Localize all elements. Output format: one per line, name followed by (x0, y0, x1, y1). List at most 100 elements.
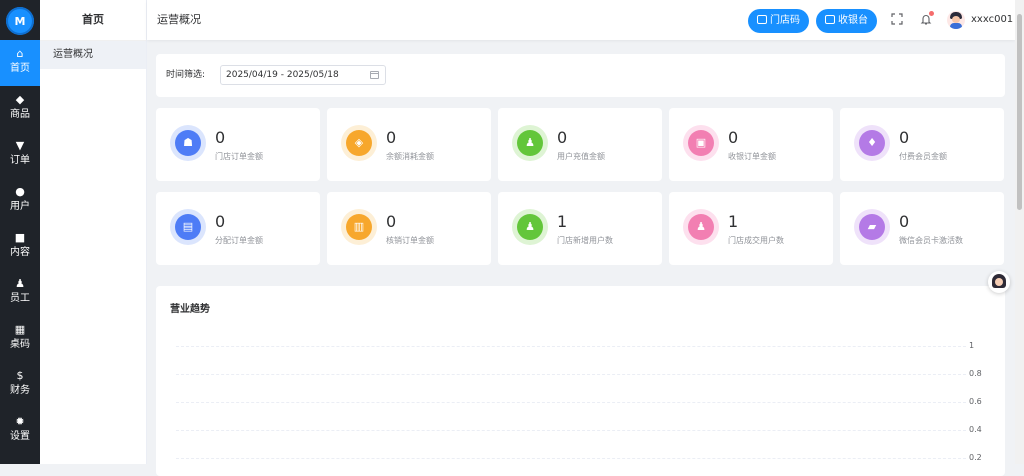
store-code-label: 门店码 (770, 15, 800, 26)
breadcrumb: 运营概况 (157, 13, 201, 26)
nav-item-home[interactable]: ⌂ 首页 (0, 40, 40, 86)
nav-item-table-code[interactable]: ▦ 桌码 (0, 316, 40, 362)
fullscreen-icon[interactable] (890, 13, 904, 27)
stat-card: ◈ 0 余额消耗金额 (327, 108, 491, 181)
stat-card: ♦ 0 付费会员金额 (840, 108, 1004, 181)
users-icon: ● (15, 185, 25, 198)
stat-value: 0 (386, 128, 397, 147)
stat-icon: ☗ (175, 130, 201, 156)
cashier-icon (825, 15, 835, 24)
store-code-button[interactable]: 门店码 (748, 9, 809, 33)
stat-label: 门店新增用户数 (557, 236, 613, 245)
stat-label: 余额消耗金额 (386, 152, 434, 161)
y-tick-label: 0.8 (969, 369, 982, 378)
stat-label: 门店订单金额 (215, 152, 263, 161)
chart-gridline (176, 458, 966, 459)
stat-value: 0 (215, 128, 226, 147)
nav-item-users[interactable]: ● 用户 (0, 178, 40, 224)
y-tick-label: 1 (969, 341, 975, 350)
stat-value: 0 (215, 212, 226, 231)
stat-card: ♟ 1 门店成交用户数 (669, 192, 833, 265)
y-tick-label: 0.6 (969, 397, 982, 406)
nav-item-finance[interactable]: $ 财务 (0, 362, 40, 408)
secondary-menu: 首页 运营概况 (40, 0, 147, 464)
stat-icon: ▰ (859, 214, 885, 240)
stat-icon: ▣ (688, 130, 714, 156)
nav-label: 订单 (10, 155, 30, 166)
chart-gridline (176, 374, 966, 375)
stat-value: 1 (728, 212, 739, 231)
stat-icon: ▥ (346, 214, 372, 240)
user-avatar[interactable] (947, 11, 965, 29)
stat-icon: ♟ (517, 214, 543, 240)
staff-icon: ♟ (15, 277, 25, 290)
y-tick-label: 0.2 (969, 453, 982, 462)
nav-label: 商品 (10, 109, 30, 120)
calendar-icon (370, 71, 379, 79)
table-code-icon: ▦ (14, 323, 26, 336)
date-range-picker[interactable]: 2025/04/19 - 2025/05/18 (220, 65, 386, 85)
y-tick-label: 0.4 (969, 425, 982, 434)
notification-bell-icon[interactable] (919, 11, 934, 27)
chart-gridline (176, 430, 966, 431)
nav-item-orders[interactable]: ▼ 订单 (0, 132, 40, 178)
nav-item-settings[interactable]: ✹ 设置 (0, 408, 40, 454)
date-range-value: 2025/04/19 - 2025/05/18 (226, 70, 339, 80)
nav-item-content[interactable]: ■ 内容 (0, 224, 40, 270)
page-scrollbar[interactable] (1015, 0, 1024, 464)
date-filter-label: 时间筛选: (166, 70, 206, 80)
nav-label: 员工 (10, 293, 30, 304)
stat-label: 门店成交用户数 (728, 236, 784, 245)
cashier-button[interactable]: 收银台 (816, 9, 877, 33)
stat-card: ▰ 0 微信会员卡激活数 (840, 192, 1004, 265)
qrcode-icon (757, 15, 767, 24)
app-logo[interactable]: M (6, 7, 34, 35)
stat-label: 核销订单金额 (386, 236, 434, 245)
notification-dot (929, 11, 934, 16)
chart-gridline (176, 402, 966, 403)
content-icon: ■ (14, 231, 26, 244)
nav-label: 财务 (10, 385, 30, 396)
stat-card: ☗ 0 门店订单金额 (156, 108, 320, 181)
filter-panel: 时间筛选: 2025/04/19 - 2025/05/18 (156, 54, 1005, 97)
trend-title: 营业趋势 (170, 304, 210, 315)
stat-label: 微信会员卡激活数 (899, 236, 963, 245)
nav-label: 用户 (10, 201, 30, 212)
cashier-label: 收银台 (838, 15, 868, 26)
orders-icon: ▼ (15, 139, 25, 152)
submenu-item-overview[interactable]: 运营概况 (40, 41, 146, 69)
support-avatar-icon[interactable] (988, 271, 1010, 293)
stat-icon: ▤ (175, 214, 201, 240)
stat-icon: ◈ (346, 130, 372, 156)
stat-label: 付费会员金额 (899, 152, 947, 161)
stat-icon: ♟ (517, 130, 543, 156)
nav-label: 内容 (10, 247, 30, 258)
stat-icon: ♟ (688, 214, 714, 240)
stat-label: 分配订单金额 (215, 236, 263, 245)
goods-icon: ◆ (15, 93, 25, 106)
stat-label: 收银订单金额 (728, 152, 776, 161)
stat-value: 0 (899, 212, 910, 231)
scrollbar-thumb[interactable] (1017, 14, 1022, 210)
stat-value: 0 (386, 212, 397, 231)
username[interactable]: xxxc001 (971, 0, 1013, 40)
top-header: 运营概况 门店码 收银台 xxxc001 (147, 0, 1015, 40)
main-nav-rail: M ⌂ 首页 ◆ 商品 ▼ 订单 ● 用户 ■ 内容 ♟ 员工 ▦ 桌码 $ 财务 ✹ 设置 (0, 0, 40, 464)
stat-card: ♟ 1 门店新增用户数 (498, 192, 662, 265)
stat-value: 0 (557, 128, 568, 147)
stat-value: 0 (899, 128, 910, 147)
stat-card: ▣ 0 收银订单金额 (669, 108, 833, 181)
submenu-title: 首页 (40, 0, 146, 41)
home-icon: ⌂ (16, 47, 24, 60)
stat-value: 1 (557, 212, 568, 231)
nav-label: 桌码 (10, 339, 30, 350)
nav-item-goods[interactable]: ◆ 商品 (0, 86, 40, 132)
nav-item-staff[interactable]: ♟ 员工 (0, 270, 40, 316)
business-trend-panel: 营业趋势 1 0.8 0.6 0.4 0.2 (156, 286, 1005, 476)
stat-card: ♟ 0 用户充值金额 (498, 108, 662, 181)
settings-icon: ✹ (15, 415, 25, 428)
nav-label: 首页 (10, 63, 30, 74)
stat-card: ▤ 0 分配订单金额 (156, 192, 320, 265)
stat-label: 用户充值金额 (557, 152, 605, 161)
stat-card: ▥ 0 核销订单金额 (327, 192, 491, 265)
